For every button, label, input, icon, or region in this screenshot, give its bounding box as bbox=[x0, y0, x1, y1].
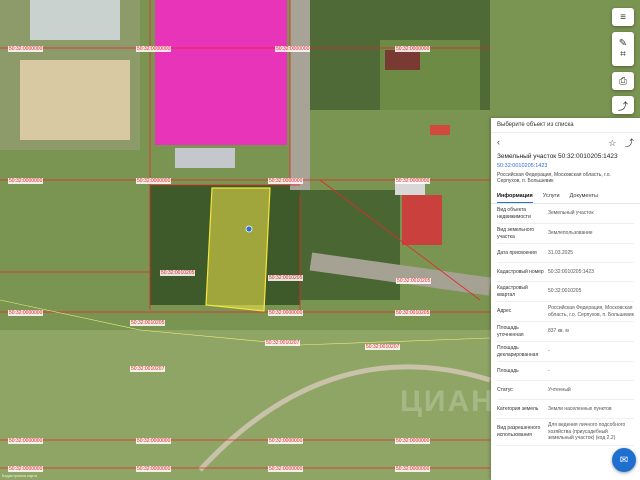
chat-icon: ✉ bbox=[619, 454, 629, 466]
share-button[interactable]: ⤴ bbox=[612, 96, 634, 114]
info-key: Категория земель bbox=[497, 405, 539, 412]
info-value: Учтенный bbox=[548, 386, 571, 393]
cadastral-label: 50:32:0000000 bbox=[268, 178, 304, 184]
panel-header: Выберите объект из списка bbox=[491, 118, 640, 133]
panel-nav: ‹ ☆ ⤴ bbox=[491, 133, 640, 151]
edit-icon[interactable]: ✎ bbox=[619, 38, 627, 49]
layers-button[interactable]: ≡ bbox=[612, 8, 634, 26]
info-value: 31.03.2025 bbox=[548, 249, 574, 256]
info-key: Вид объекта недвижимости bbox=[497, 207, 531, 220]
cadastral-label: 50:32:0010205 bbox=[268, 275, 304, 281]
cadastral-label: 50:32:0000000 bbox=[395, 466, 431, 472]
info-row: Вид разрешенного использования Для ведени… bbox=[497, 419, 634, 446]
share-panel-icon[interactable]: ⤴ bbox=[625, 138, 634, 148]
object-title: Земельный участок 50:32:0010205:1423 bbox=[497, 153, 618, 160]
info-key: Площадь декларированная bbox=[497, 345, 539, 358]
cadastral-label: 50:32:0000000 bbox=[395, 438, 431, 444]
info-key: Адрес bbox=[497, 308, 512, 315]
cadastral-label: 50:32:0000000 bbox=[8, 178, 44, 184]
tab-documents[interactable]: Документы bbox=[570, 190, 598, 203]
watermark: ЦИАН bbox=[400, 385, 495, 418]
info-row: Кадастровый номер 50:32:0010205:1423 bbox=[497, 263, 634, 282]
info-key: Кадастровый номер bbox=[497, 268, 544, 275]
info-row: Площадь уточненная 837 кв. м bbox=[497, 322, 634, 342]
chat-button[interactable]: ✉ bbox=[612, 448, 636, 472]
info-row: Дата присвоения 31.03.2025 bbox=[497, 244, 634, 263]
draw-tools[interactable]: ✎ ⌗ bbox=[612, 32, 634, 66]
object-address: Российская Федерация, Московская область… bbox=[497, 172, 611, 184]
info-value: Земли населенных пунктов bbox=[548, 405, 612, 412]
highlighted-parcel[interactable] bbox=[155, 0, 287, 145]
cadastral-label: 50:32:0010205 bbox=[160, 270, 196, 276]
info-key: Дата присвоения bbox=[497, 249, 537, 256]
cadastral-label: 50:32:0010205 bbox=[396, 278, 432, 284]
info-value: 50:32:0010205:1423 bbox=[548, 268, 594, 275]
print-button[interactable]: ⎙ bbox=[612, 72, 634, 90]
info-row: Категория земель Земли населенных пунктов bbox=[497, 400, 634, 419]
cadastral-label: 50:32:0000000 bbox=[275, 46, 311, 52]
ruler-icon[interactable]: ⌗ bbox=[620, 49, 626, 60]
cadastral-label: 50:32:0000000 bbox=[268, 466, 304, 472]
info-row: Площадь - bbox=[497, 362, 634, 381]
info-key: Вид разрешенного использования bbox=[497, 425, 541, 438]
cadastral-label: 50:32:0000000 bbox=[268, 438, 304, 444]
cadastral-label: 50:32:0010207 bbox=[265, 340, 301, 346]
info-row: Площадь декларированная - bbox=[497, 342, 634, 362]
info-row: Кадастровый квартал 50:32:0010205 bbox=[497, 282, 634, 302]
cadastral-label: 50:32:0000000 bbox=[136, 178, 172, 184]
info-row: Адрес Российская Федерация, Московская об… bbox=[497, 302, 634, 322]
info-row: Вид объекта недвижимости Земельный участо… bbox=[497, 204, 634, 224]
info-key: Статус bbox=[497, 386, 513, 393]
back-icon[interactable]: ‹ bbox=[497, 137, 500, 147]
info-value: Для ведения личного подсобного хозяйства… bbox=[548, 422, 626, 441]
selected-parcel[interactable] bbox=[205, 187, 271, 312]
map-attribution: Кадастровая карта bbox=[2, 473, 38, 478]
tab-services[interactable]: Услуги bbox=[543, 190, 560, 203]
cadastral-label: 50:32:0000000 bbox=[8, 438, 44, 444]
info-key: Площадь уточненная bbox=[497, 325, 524, 338]
cadastral-label: 50:32:0000000 bbox=[8, 310, 44, 316]
info-row: Статус Учтенный bbox=[497, 381, 634, 400]
cadastral-label: 50:32:0010205 bbox=[130, 320, 166, 326]
cadastral-label: 50:32:0010207 bbox=[365, 344, 401, 350]
info-value: 837 кв. м bbox=[548, 328, 569, 335]
cadastral-label: 50:32:0000000 bbox=[136, 438, 172, 444]
cadastral-number-link[interactable]: 50:32:0010205:1423 bbox=[491, 163, 640, 169]
parcel-marker-icon[interactable] bbox=[245, 225, 253, 233]
info-row: Вид земельного участка Землепользование bbox=[497, 224, 634, 244]
object-info-panel: Выберите объект из списка ‹ ☆ ⤴ Земельны… bbox=[491, 118, 640, 480]
info-value: Российская Федерация, Московская область… bbox=[548, 305, 634, 318]
star-icon[interactable]: ☆ bbox=[608, 138, 616, 148]
layers-icon: ≡ bbox=[620, 11, 626, 23]
cadastral-label: 50:32:0010207 bbox=[130, 366, 166, 372]
info-value: 50:32:0010205 bbox=[548, 288, 582, 295]
info-key: Площадь bbox=[497, 367, 519, 374]
info-table: Вид объекта недвижимости Земельный участо… bbox=[491, 204, 640, 446]
cadastral-label: 50:32:0000000 bbox=[8, 46, 44, 52]
info-value: - bbox=[548, 348, 550, 355]
panel-tabs: Информация Услуги Документы bbox=[491, 190, 640, 204]
tab-info[interactable]: Информация bbox=[497, 190, 533, 203]
cadastral-label: 50:32:0000000 bbox=[136, 46, 172, 52]
cadastral-label: 50:32:0010205 bbox=[395, 310, 431, 316]
cadastral-label: 50:32:0000000 bbox=[136, 466, 172, 472]
print-icon: ⎙ bbox=[619, 75, 627, 87]
cadastral-label: 50:32:0000000 bbox=[268, 310, 304, 316]
info-value: Землепользование bbox=[548, 230, 593, 237]
info-value: - bbox=[548, 367, 550, 374]
info-key: Кадастровый квартал bbox=[497, 285, 528, 298]
info-value: Земельный участок bbox=[548, 210, 594, 217]
info-key: Вид земельного участка bbox=[497, 227, 535, 240]
cadastral-label: 50:32:0000000 bbox=[395, 178, 431, 184]
share-icon: ⤴ bbox=[618, 101, 628, 113]
cadastral-label: 50:32:0000000 bbox=[8, 466, 44, 472]
cadastral-label: 50:32:0000000 bbox=[395, 46, 431, 52]
